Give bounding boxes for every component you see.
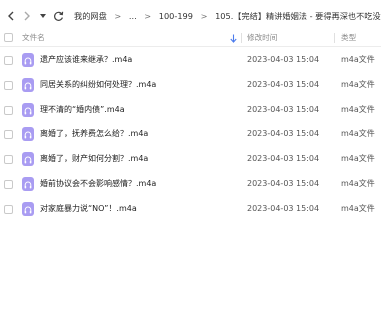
- column-header-type[interactable]: 类型: [341, 30, 356, 46]
- file-checkbox[interactable]: [4, 56, 13, 65]
- triangle-down-icon: [40, 13, 46, 18]
- breadcrumb-item-current[interactable]: 105.【完结】精讲婚姻法 - 要得再深也不吃没文化的亏: [215, 11, 381, 21]
- file-list-header: 文件名 修改时间 类型: [0, 30, 381, 46]
- file-checkbox[interactable]: [4, 80, 13, 90]
- file-modified-time: 2023-04-03 15:04: [247, 179, 320, 188]
- audio-file-icon: [22, 201, 34, 216]
- file-row[interactable]: 婚前协议会不会影响感情？.m4a 2023-04-03 15:04 m4a文件: [0, 172, 381, 196]
- file-modified-time: 2023-04-03 15:04: [247, 154, 320, 164]
- file-name[interactable]: 同居关系的纠纷如何处理？.m4a: [40, 73, 156, 97]
- breadcrumb: 我的网盘 > ... > 100-199 > 105.【完结】精讲婚姻法 - 要…: [74, 8, 381, 24]
- file-name[interactable]: 离婚了，财产如何分割？.m4a: [40, 147, 148, 171]
- chevron-left-icon: [8, 11, 14, 21]
- header-divider: [0, 46, 381, 47]
- file-type: m4a文件: [341, 179, 375, 188]
- breadcrumb-separator: >: [114, 11, 122, 21]
- file-name[interactable]: 遗产应该谁来继承？.m4a: [40, 48, 132, 72]
- forward-button[interactable]: [20, 9, 34, 23]
- file-checkbox[interactable]: [4, 155, 13, 165]
- file-type: m4a文件: [341, 79, 375, 89]
- toolbar: 我的网盘 > ... > 100-199 > 105.【完结】精讲婚姻法 - 要…: [0, 0, 381, 30]
- audio-file-icon: [22, 152, 34, 167]
- file-type: m4a文件: [341, 203, 375, 213]
- file-row[interactable]: 对家庭暴力说“NO”！.m4a 2023-04-03 15:04 m4a文件: [0, 197, 381, 221]
- file-modified-time: 2023-04-03 15:04: [247, 129, 320, 139]
- file-modified-time: 2023-04-03 15:04: [247, 203, 320, 213]
- refresh-icon: [53, 11, 63, 21]
- breadcrumb-separator: >: [200, 11, 208, 21]
- file-checkbox[interactable]: [4, 130, 13, 140]
- breadcrumb-item-ellipsis[interactable]: ...: [129, 11, 137, 21]
- sort-arrow-icon[interactable]: [230, 34, 237, 43]
- column-header-modified[interactable]: 修改时间: [247, 30, 277, 46]
- breadcrumb-item-folder[interactable]: 100-199: [159, 11, 193, 21]
- file-type: m4a文件: [341, 129, 375, 139]
- file-type: m4a文件: [341, 154, 375, 164]
- file-row[interactable]: 离婚了，抚养费怎么给？.m4a 2023-04-03 15:04 m4a文件: [0, 122, 381, 146]
- file-modified-time: 2023-04-03 15:04: [247, 55, 320, 64]
- back-button[interactable]: [4, 9, 18, 23]
- file-name[interactable]: 对家庭暴力说“NO”！.m4a: [40, 197, 137, 221]
- audio-file-icon: [22, 127, 34, 142]
- refresh-button[interactable]: [51, 9, 65, 23]
- audio-file-icon: [22, 77, 34, 92]
- file-row[interactable]: 理不清的“婚内债”.m4a 2023-04-03 15:04 m4a文件: [0, 98, 381, 122]
- file-row[interactable]: 离婚了，财产如何分割？.m4a 2023-04-03 15:04 m4a文件: [0, 147, 381, 171]
- breadcrumb-separator: >: [144, 11, 152, 21]
- file-row[interactable]: 遗产应该谁来继承？.m4a 2023-04-03 15:04 m4a文件: [0, 48, 381, 72]
- file-checkbox[interactable]: [4, 180, 13, 189]
- file-name[interactable]: 婚前协议会不会影响感情？.m4a: [40, 172, 156, 196]
- file-row[interactable]: 同居关系的纠纷如何处理？.m4a 2023-04-03 15:04 m4a文件: [0, 73, 381, 97]
- file-modified-time: 2023-04-03 15:04: [247, 79, 320, 89]
- column-divider[interactable]: [334, 33, 335, 43]
- file-modified-time: 2023-04-03 15:04: [247, 104, 320, 114]
- audio-file-icon: [22, 53, 34, 67]
- file-checkbox[interactable]: [4, 105, 13, 115]
- select-all-checkbox[interactable]: [4, 33, 13, 42]
- file-checkbox[interactable]: [4, 204, 13, 214]
- file-name[interactable]: 理不清的“婚内债”.m4a: [40, 98, 125, 122]
- audio-file-icon: [22, 177, 34, 191]
- chevron-right-icon: [24, 11, 30, 21]
- audio-file-icon: [22, 102, 34, 117]
- column-divider[interactable]: [241, 33, 242, 43]
- file-name[interactable]: 离婚了，抚养费怎么给？.m4a: [40, 122, 148, 146]
- file-type: m4a文件: [341, 104, 375, 114]
- file-type: m4a文件: [341, 55, 375, 64]
- breadcrumb-item-root[interactable]: 我的网盘: [74, 11, 107, 21]
- history-dropdown-button[interactable]: [36, 9, 50, 23]
- column-header-name[interactable]: 文件名: [22, 30, 45, 46]
